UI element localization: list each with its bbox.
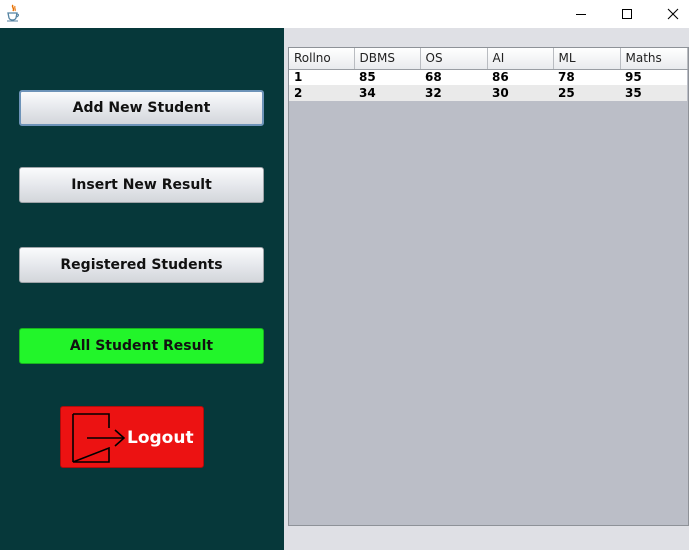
results-table: Rollno DBMS OS AI ML Maths 1 85 68 86 78…: [289, 48, 688, 101]
table-cell[interactable]: 30: [487, 85, 553, 101]
close-icon: [667, 8, 679, 20]
registered-students-button[interactable]: Registered Students: [19, 247, 264, 283]
column-header-rollno[interactable]: Rollno: [289, 48, 355, 70]
table-header-row: Rollno DBMS OS AI ML Maths: [289, 48, 688, 70]
table-cell[interactable]: 34: [354, 85, 420, 101]
table-cell[interactable]: 25: [553, 85, 620, 101]
table-cell[interactable]: 32: [420, 85, 487, 101]
table-cell[interactable]: 35: [620, 85, 687, 101]
content-panel: Rollno DBMS OS AI ML Maths 1 85 68 86 78…: [284, 28, 689, 550]
table-cell[interactable]: 85: [354, 69, 420, 85]
table-cell[interactable]: 2: [289, 85, 354, 101]
table-row[interactable]: 2 34 32 30 25 35: [289, 85, 687, 101]
column-header-ml[interactable]: ML: [553, 48, 621, 70]
column-header-ai[interactable]: AI: [487, 48, 554, 70]
logout-label: Logout: [127, 428, 194, 448]
logout-arrow-icon: [72, 413, 126, 463]
column-header-os[interactable]: OS: [420, 48, 488, 70]
table-cell[interactable]: 86: [487, 69, 553, 85]
close-button[interactable]: [650, 0, 689, 28]
all-student-result-button[interactable]: All Student Result: [19, 328, 264, 364]
table-row[interactable]: 1 85 68 86 78 95: [289, 69, 687, 85]
column-header-maths[interactable]: Maths: [620, 48, 688, 70]
results-table-scrollpane[interactable]: Rollno DBMS OS AI ML Maths 1 85 68 86 78…: [288, 47, 689, 526]
minimize-button[interactable]: [558, 0, 604, 28]
minimize-icon: [576, 14, 586, 15]
insert-new-result-button[interactable]: Insert New Result: [19, 167, 264, 203]
table-cell[interactable]: 78: [553, 69, 620, 85]
sidebar: Add New Student Insert New Result Regist…: [0, 28, 284, 550]
table-cell[interactable]: 1: [289, 69, 354, 85]
column-header-dbms[interactable]: DBMS: [354, 48, 421, 70]
table-cell[interactable]: 95: [620, 69, 687, 85]
logout-button[interactable]: Logout: [60, 406, 204, 468]
title-bar: [0, 0, 689, 28]
table-cell[interactable]: 68: [420, 69, 487, 85]
add-new-student-button[interactable]: Add New Student: [19, 90, 264, 126]
maximize-icon: [622, 9, 632, 19]
maximize-button[interactable]: [604, 0, 650, 28]
java-coffee-cup-icon: [5, 4, 21, 22]
